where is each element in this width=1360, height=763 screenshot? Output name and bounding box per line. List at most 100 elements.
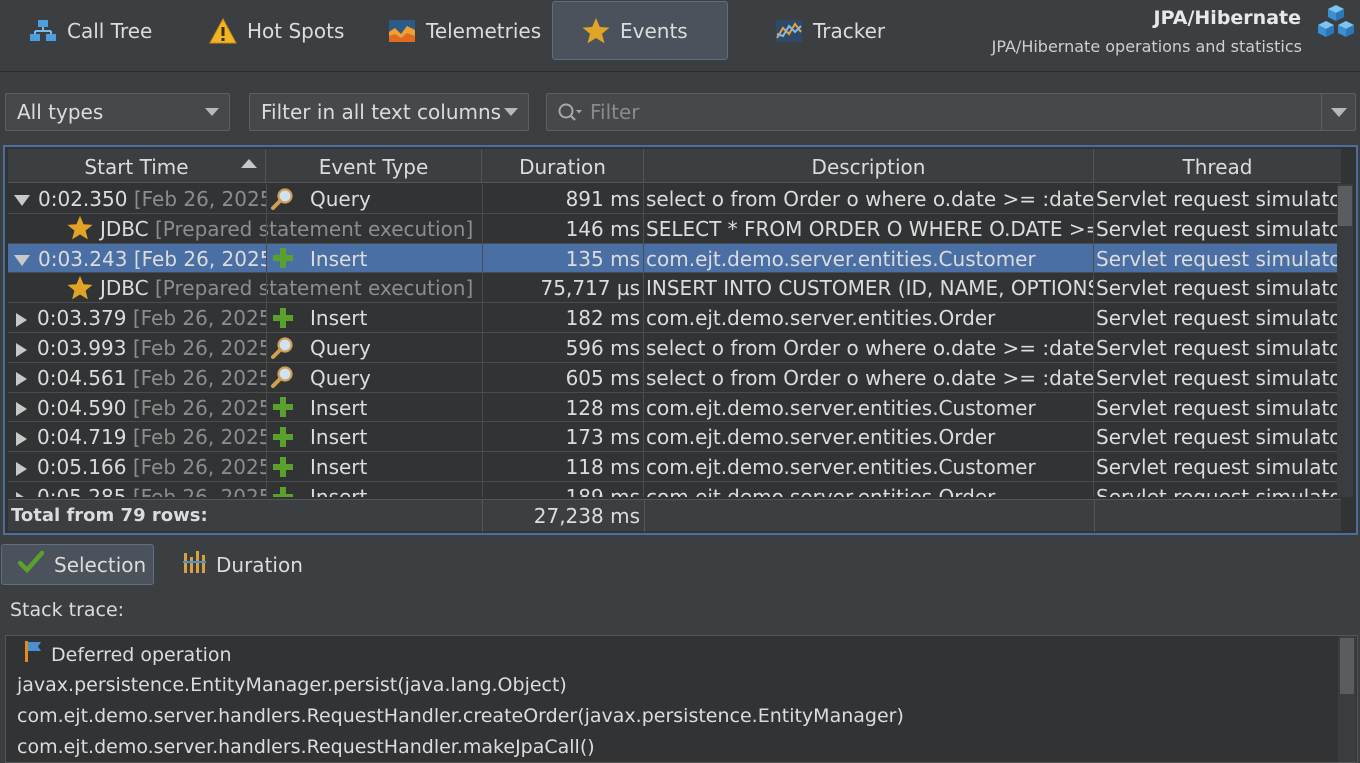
- event-type-select[interactable]: All types: [5, 93, 230, 131]
- filter-history-dropdown[interactable]: [1321, 94, 1355, 130]
- expand-toggle-icon[interactable]: [16, 461, 27, 476]
- table-row[interactable]: 0:04.561 [Feb 26, 2025 ... Query 605 mssel…: [8, 363, 1341, 393]
- table-row[interactable]: 0:04.590 [Feb 26, 2025 ... Insert 128 msco…: [8, 393, 1341, 423]
- description-text: com.ejt.demo.server.entities.Customer: [646, 246, 1036, 271]
- table-row[interactable]: 0:03.243 [Feb 26, 2025 ... Insert 135 msco…: [8, 243, 1341, 274]
- expand-toggle-icon[interactable]: [16, 372, 27, 387]
- description-text: select o from Order o where o.date >= :d…: [646, 187, 1093, 211]
- event-type-text: Insert: [310, 425, 368, 450]
- column-header-description[interactable]: Description: [644, 149, 1094, 183]
- expand-toggle-icon[interactable]: [16, 312, 27, 327]
- warning-icon: [208, 16, 238, 46]
- tab-tracker[interactable]: Tracker: [746, 1, 922, 60]
- column-divider: [643, 184, 644, 497]
- start-time-text: 0:04.719: [37, 425, 127, 450]
- table-row-child[interactable]: JDBC [Prepared statement execution] 146 m…: [8, 214, 1341, 244]
- scrollbar-thumb[interactable]: [1338, 186, 1352, 226]
- table-row-child[interactable]: JDBC [Prepared statement execution] 75,71…: [8, 273, 1341, 304]
- tracker-icon: [774, 16, 804, 46]
- start-time-text: 0:03.379: [37, 306, 127, 331]
- collapse-toggle-icon[interactable]: [14, 254, 30, 266]
- start-time-text: 0:03.243: [38, 246, 128, 271]
- event-type-text: Query: [310, 365, 371, 390]
- tab-call-tree[interactable]: Call Tree: [0, 1, 176, 60]
- query-icon: [270, 187, 296, 211]
- duration-text: 128 ms: [565, 395, 640, 420]
- duration-text: 146 ms: [565, 216, 640, 241]
- expand-toggle-icon[interactable]: [16, 491, 27, 497]
- table-row[interactable]: 0:05.285 [Feb 26, 2025 ... Insert 189 ms co…: [8, 482, 1341, 497]
- stack-frame[interactable]: Deferred operation: [21, 641, 232, 670]
- total-row: Total from 79 rows: 27,238 ms: [8, 499, 1341, 532]
- event-type-text: JDBC: [100, 216, 149, 241]
- search-icon[interactable]: [557, 102, 583, 124]
- tab-telemetries[interactable]: Telemetries: [359, 1, 549, 60]
- column-header-label: Thread: [1182, 155, 1253, 179]
- insert-icon: [270, 425, 296, 449]
- collapse-toggle-icon[interactable]: [14, 195, 30, 206]
- stack-frame[interactable]: javax.persistence.EntityManager.persist(…: [17, 674, 567, 696]
- duration-icon: [182, 549, 206, 580]
- thread-cell: Servlet request simulato...: [1094, 273, 1341, 302]
- event-type-text: Insert: [310, 306, 368, 331]
- tab-selection-label: Selection: [54, 552, 147, 577]
- table-scrollbar[interactable]: [1337, 184, 1353, 497]
- filter-column-select[interactable]: Filter in all text columns: [249, 93, 529, 131]
- table-row[interactable]: 0:03.379 [Feb 26, 2025 ... Insert 182 msco…: [8, 303, 1341, 333]
- thread-text: Servlet request simulato...: [1096, 216, 1341, 241]
- table-body: 0:02.350 [Feb 26, 2025 ...Query891 mssel…: [8, 184, 1341, 497]
- event-type-text: Query: [310, 336, 371, 360]
- expand-toggle-icon[interactable]: [16, 431, 27, 446]
- tab-events[interactable]: Events: [552, 1, 728, 60]
- chevron-down-icon: [205, 108, 219, 116]
- tab-duration[interactable]: Duration: [166, 544, 316, 585]
- column-header-duration[interactable]: Duration: [482, 149, 644, 183]
- column-header-label: Duration: [519, 155, 606, 179]
- start-date-text: [Feb 26, 2025 ...: [132, 425, 266, 450]
- table-row[interactable]: 0:04.719 [Feb 26, 2025 ... Insert 173 msco…: [8, 422, 1341, 453]
- stack-frame[interactable]: com.ejt.demo.server.handlers.RequestHand…: [17, 705, 904, 727]
- description-cell: com.ejt.demo.server.entities.Order: [644, 422, 1093, 451]
- scrollbar-thumb[interactable]: [1340, 638, 1354, 694]
- start-time-text: 0:05.285: [37, 485, 127, 497]
- duration-text: 118 ms: [565, 455, 640, 480]
- stack-trace-scrollbar[interactable]: [1338, 636, 1356, 762]
- start-time-cell: 0:02.350 [Feb 26, 2025 ...: [8, 184, 266, 213]
- expand-toggle-icon[interactable]: [16, 342, 27, 357]
- start-time-text: 0:04.561: [37, 365, 127, 390]
- thread-cell: Servlet request simulato...: [1094, 244, 1341, 273]
- column-divider: [1094, 500, 1095, 532]
- table-row[interactable]: 0:02.350 [Feb 26, 2025 ... Query 891 mssel…: [8, 184, 1341, 214]
- column-header-thread[interactable]: Thread: [1094, 149, 1341, 183]
- total-duration: 27,238 ms: [533, 504, 640, 528]
- filter-field: [546, 93, 1356, 131]
- stack-frame-text: com.ejt.demo.server.handlers.RequestHand…: [17, 705, 904, 727]
- view-tab-bar: Call Tree Hot Spots Telemetries Events T…: [0, 0, 1360, 72]
- start-time-cell: 0:05.166 [Feb 26, 2025 ...: [8, 452, 266, 481]
- table-row[interactable]: 0:05.166 [Feb 26, 2025 ... Insert 118 msco…: [8, 452, 1341, 482]
- description-text: com.ejt.demo.server.entities.Customer: [646, 395, 1036, 420]
- thread-cell: Servlet request simulato...: [1094, 422, 1341, 451]
- stack-frame[interactable]: com.ejt.demo.server.handlers.RequestHand…: [17, 736, 595, 758]
- stack-frame-text: com.ejt.demo.server.handlers.RequestHand…: [17, 736, 595, 758]
- query-icon: [270, 336, 296, 360]
- event-detail-text: [Prepared statement execution]: [155, 216, 474, 241]
- start-time-cell: 0:04.719 [Feb 26, 2025 ...: [8, 422, 266, 451]
- filter-input[interactable]: [590, 98, 1310, 126]
- start-date-text: [Feb 26, 2025 ...: [133, 187, 266, 211]
- start-date-text: [Feb 26, 2025 ...: [132, 336, 266, 360]
- insert-icon: [270, 306, 296, 330]
- start-time-text: 0:02.350: [38, 187, 128, 211]
- star-icon: [66, 216, 94, 241]
- expand-toggle-icon[interactable]: [16, 402, 27, 417]
- tab-hot-spots[interactable]: Hot Spots: [180, 1, 370, 60]
- call-tree-icon: [28, 16, 58, 46]
- column-header-event-type[interactable]: Event Type: [266, 149, 482, 183]
- column-header-start-time[interactable]: Start Time: [8, 149, 266, 183]
- tab-selection[interactable]: Selection: [1, 544, 154, 585]
- event-type-cell: Insert: [266, 303, 482, 332]
- event-type-select-value: All types: [17, 100, 104, 124]
- start-time-cell: 0:03.379 [Feb 26, 2025 ...: [8, 303, 266, 332]
- table-row[interactable]: 0:03.993 [Feb 26, 2025 ... Query 596 mssel…: [8, 333, 1341, 363]
- column-divider: [644, 500, 645, 532]
